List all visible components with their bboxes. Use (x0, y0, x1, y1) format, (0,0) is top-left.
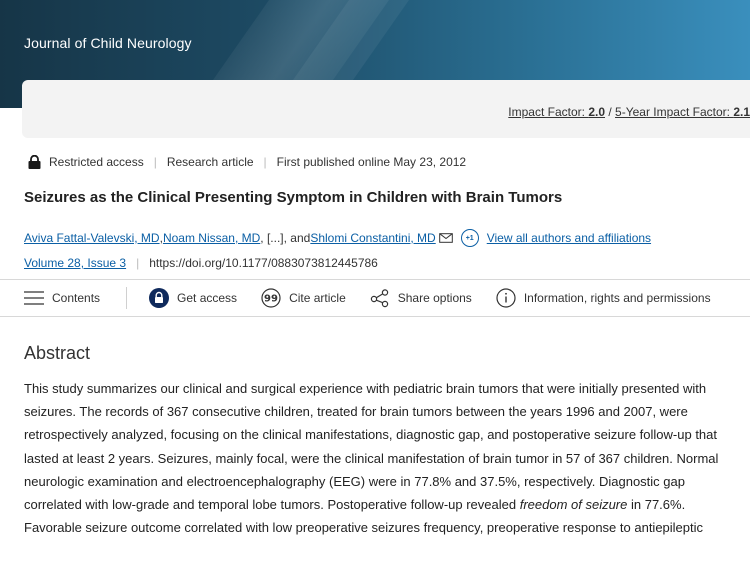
author-link[interactable]: Shlomi Constantini, MD (310, 231, 435, 245)
view-all-authors-link[interactable]: View all authors and affiliations (487, 231, 651, 245)
share-options-button[interactable]: Share options (370, 280, 472, 316)
article-meta: Restricted access | Research article | F… (28, 154, 466, 170)
impact-factor-link[interactable]: Impact Factor: 2.0 (508, 105, 605, 119)
abstract-text-part: This study summarizes our clinical and s… (24, 381, 719, 513)
author-list: Aviva Fattal-Valevski, MD , Noam Nissan,… (24, 229, 651, 247)
hamburger-icon (24, 291, 44, 305)
contents-label: Contents (52, 291, 101, 305)
publish-date: First published online May 23, 2012 (276, 155, 467, 169)
impact-factor-card: Impact Factor: 2.0 / 5-Year Impact Facto… (22, 80, 750, 138)
article-type: Research article (166, 155, 254, 169)
envelope-icon[interactable] (438, 233, 453, 243)
five-year-impact-label: 5-Year Impact Factor: (615, 105, 734, 119)
more-authors-badge[interactable]: +1 (460, 229, 479, 247)
access-status: Restricted access (49, 155, 144, 169)
volume-issue-link[interactable]: Volume 28, Issue 3 (24, 256, 126, 270)
info-icon (496, 288, 516, 308)
abstract-text: This study summarizes our clinical and s… (24, 377, 740, 539)
journal-title[interactable]: Journal of Child Neurology (24, 35, 192, 51)
meta-divider: | (153, 155, 157, 169)
article-title: Seizures as the Clinical Presenting Symp… (24, 189, 563, 206)
share-options-label: Share options (397, 291, 472, 305)
doi-text[interactable]: https://doi.org/10.1177/0883073812445786 (149, 256, 378, 270)
lock-icon (28, 155, 41, 169)
get-access-label: Get access (177, 291, 238, 305)
quote-icon: 99 (261, 288, 281, 308)
lock-circle-icon (149, 288, 170, 308)
impact-factor-text: Impact Factor: 2.0 / 5-Year Impact Facto… (508, 105, 750, 119)
contents-button[interactable]: Contents (0, 280, 100, 316)
impact-divider: / (605, 105, 616, 119)
five-year-impact-factor-link[interactable]: 5-Year Impact Factor: 2.1 (615, 105, 750, 119)
toolbar-divider (126, 287, 128, 309)
impact-factor-label: Impact Factor: (508, 105, 589, 119)
author-link[interactable]: Aviva Fattal-Valevski, MD (24, 231, 160, 245)
svg-text:99: 99 (264, 294, 278, 305)
five-year-impact-value: 2.1 (733, 105, 750, 119)
article-toolbar: Contents Get access 99 Cite article Shar… (0, 279, 750, 317)
volume-divider: | (136, 256, 140, 270)
volume-row: Volume 28, Issue 3 | https://doi.org/10.… (24, 256, 378, 270)
impact-factor-value: 2.0 (588, 105, 606, 119)
get-access-button[interactable]: Get access (149, 280, 237, 316)
information-label: Information, rights and permissions (523, 291, 711, 305)
abstract-italic-phrase: freedom of seizure (519, 497, 628, 513)
cite-article-label: Cite article (289, 291, 346, 305)
author-ellipsis[interactable]: , [...], and (260, 231, 310, 245)
author-link[interactable]: Noam Nissan, MD (163, 231, 260, 245)
abstract-heading: Abstract (24, 343, 91, 363)
information-button[interactable]: Information, rights and permissions (496, 280, 711, 316)
cite-article-button[interactable]: 99 Cite article (261, 280, 346, 316)
share-icon (370, 289, 388, 308)
meta-divider: | (263, 155, 267, 169)
